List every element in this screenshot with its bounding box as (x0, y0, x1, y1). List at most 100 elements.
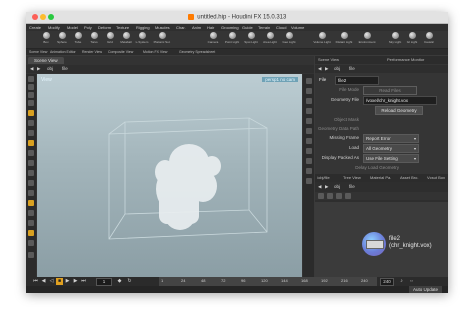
load-dropdown[interactable]: All Geometry (363, 144, 419, 153)
view-tool-icon[interactable] (28, 130, 34, 136)
tool-camera[interactable]: Camera (206, 32, 220, 47)
point-select-icon[interactable] (28, 180, 34, 186)
tab-geometry-spreadsheet[interactable]: Geometry Spreadsheet (179, 50, 215, 54)
tool-torus[interactable]: Torus (87, 32, 101, 47)
tool-metaball[interactable]: Metaball (119, 32, 133, 47)
shelf-tab-guide[interactable]: Guide (242, 25, 253, 30)
file-mode-dropdown[interactable]: Read Files (363, 86, 417, 95)
network-add-icon[interactable] (318, 193, 324, 199)
step-forward-icon[interactable]: ▶ (72, 278, 79, 285)
jump-end-icon[interactable]: ⏭ (80, 278, 87, 285)
tool-caustic[interactable]: Caustic (422, 32, 436, 47)
display-packed-dropdown[interactable]: Use File Setting (363, 154, 419, 163)
point-display-icon[interactable] (306, 138, 312, 144)
vertex-display-icon[interactable] (306, 148, 312, 154)
keyframe-icon[interactable]: ◆ (116, 278, 123, 285)
jump-start-icon[interactable]: ⏮ (32, 278, 39, 285)
tab-animation-editor[interactable]: Animation Editor (50, 50, 76, 54)
shelf-tab-deform[interactable]: Deform (98, 25, 111, 30)
viewport-label[interactable]: View (41, 77, 52, 83)
tool-grid[interactable]: Grid (103, 32, 117, 47)
tool-lsystem[interactable]: L-System (135, 32, 149, 47)
tab-tree-view[interactable]: Tree View (343, 175, 361, 180)
network-pin-icon[interactable] (345, 193, 351, 199)
tab-network-obj-file[interactable]: /obj/file (317, 175, 330, 180)
auto-update-button[interactable]: Auto Update (408, 286, 442, 293)
shelf-tab-rigging[interactable]: Rigging (136, 25, 150, 30)
shelf-tab-muscles[interactable]: Muscles (155, 25, 170, 30)
geometry-file-field[interactable]: /voxel/chr_knight.vox (363, 96, 437, 105)
edge-select-icon[interactable] (28, 190, 34, 196)
tool-platonic[interactable]: Platonic Sol. (153, 32, 171, 47)
shelf-tab-modify[interactable]: Modify (48, 25, 60, 30)
tab-motion-fx-view[interactable]: Motion FX View (143, 50, 167, 54)
ghost-icon[interactable] (306, 118, 312, 124)
tab-material-palette[interactable]: Material Pa. (370, 175, 391, 180)
shelf-tab-poly[interactable]: Poly (84, 25, 92, 30)
realtime-toggle-icon[interactable]: ↻ (126, 278, 133, 285)
tool-tube[interactable]: Tube (71, 32, 85, 47)
camera-badge[interactable]: persp1 no cam (262, 77, 298, 82)
play-icon[interactable]: ▶ (64, 278, 71, 285)
shelf-tab-texture[interactable]: Texture (116, 25, 129, 30)
tool-volume-light[interactable]: Volume Light (313, 32, 331, 47)
forward-arrow-icon[interactable]: ▶ (37, 66, 40, 72)
play-reverse-icon[interactable]: ◁ (48, 278, 55, 285)
param-path-file[interactable]: file (349, 66, 355, 71)
tool-distant-light[interactable]: Distant Light (335, 32, 353, 47)
group-select-icon[interactable] (28, 230, 34, 236)
shelf-tab-cloud[interactable]: Cloud (276, 25, 286, 30)
secure-selection-icon[interactable] (28, 220, 34, 226)
network-back-arrow-icon[interactable]: ◀ (318, 184, 321, 190)
shelf-tab-terrain[interactable]: Terrain (258, 25, 270, 30)
step-back-icon[interactable]: ◀ (40, 278, 47, 285)
shelf-tab-char[interactable]: Char. (176, 25, 186, 30)
tool-box[interactable]: Box (39, 32, 53, 47)
end-frame-field[interactable]: 240 (380, 278, 394, 286)
primitive-number-icon[interactable] (306, 158, 312, 164)
tool-point-light[interactable]: Point Light (224, 32, 240, 47)
object-select-icon[interactable] (28, 210, 34, 216)
viewport-3d[interactable]: View persp1 no cam (37, 74, 302, 277)
handle-tool-icon[interactable] (28, 110, 34, 116)
audio-icon[interactable]: ♪ (398, 278, 405, 285)
brush-tool-icon[interactable] (28, 150, 34, 156)
timeline[interactable]: 1 24 48 72 96 120 144 168 192 216 240 (159, 277, 377, 286)
shelf-tab-grooming[interactable]: Grooming (221, 25, 239, 30)
grid-display-icon[interactable] (306, 178, 312, 184)
move-tool-icon[interactable] (28, 84, 34, 90)
range-icon[interactable]: ⇔ (408, 278, 415, 285)
tool-gi-light[interactable]: GI Light (405, 32, 419, 47)
tool-geo-light[interactable]: Geo Light (282, 32, 296, 47)
scene-view-tab[interactable]: Scene View (28, 57, 64, 64)
wireframe-icon[interactable] (306, 108, 312, 114)
stop-icon[interactable]: ■ (56, 278, 63, 285)
reload-geometry-button[interactable]: Reload Geometry (375, 106, 423, 115)
tool-area-light[interactable]: Area Light (262, 32, 278, 47)
back-arrow-icon[interactable]: ◀ (30, 66, 33, 72)
rotate-tool-icon[interactable] (28, 92, 34, 98)
path-segment-file[interactable]: file (62, 66, 68, 71)
tool-environment[interactable]: Environment (357, 32, 377, 47)
tab-asset-browser[interactable]: Asset Bro. (400, 175, 418, 180)
shading-icon[interactable] (306, 98, 312, 104)
node-name-field[interactable]: file2 (335, 76, 379, 85)
selection-mode-icon[interactable] (28, 170, 34, 176)
network-path-file[interactable]: file (349, 184, 355, 189)
select-tool-icon[interactable] (28, 76, 34, 82)
pose-tool-icon[interactable] (28, 120, 34, 126)
current-frame-field[interactable]: 1 (96, 278, 112, 286)
tab-composite-view[interactable]: Composite View (108, 50, 133, 54)
shelf-tab-hair[interactable]: Hair (207, 25, 214, 30)
missing-frame-dropdown[interactable]: Report Error (363, 134, 419, 143)
network-path-obj[interactable]: obj (334, 184, 340, 189)
network-forward-arrow-icon[interactable]: ▶ (325, 184, 328, 190)
shelf-tab-create[interactable]: Create (29, 25, 41, 30)
tab-scene-view[interactable]: Scene View (29, 50, 47, 54)
tab-render-view[interactable]: Render View (82, 50, 102, 54)
tab-performance-monitor[interactable]: Performance Monitor (387, 57, 424, 62)
normals-icon[interactable] (306, 128, 312, 134)
tool-sphere[interactable]: Sphere (55, 32, 69, 47)
network-layout-icon[interactable] (336, 193, 342, 199)
param-path-obj[interactable]: obj (334, 66, 340, 71)
